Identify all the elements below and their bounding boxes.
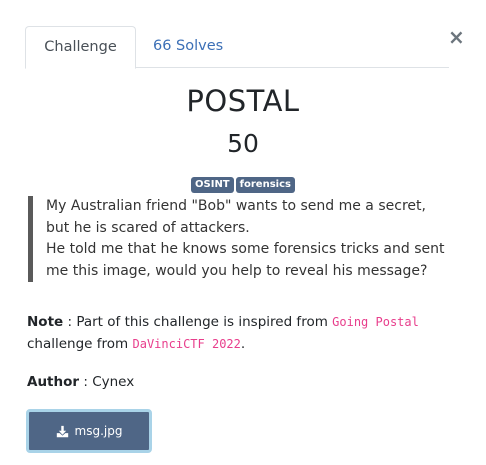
challenge-points: 50 [227, 129, 259, 158]
download-file-label: msg.jpg [74, 424, 123, 438]
author-line: Author : Cynex [27, 374, 134, 390]
description-line: me this image, would you help to reveal … [46, 262, 428, 279]
author-label: Author [27, 374, 80, 390]
note-code-going-postal: Going Postal [332, 315, 419, 329]
challenge-name: POSTAL [186, 84, 300, 118]
challenge-tabs: Challenge 66 Solves [25, 26, 449, 69]
tab-challenge[interactable]: Challenge [25, 26, 136, 69]
close-icon[interactable]: × [448, 26, 465, 48]
note-code-davincictf: DaVinciCTF 2022 [132, 337, 241, 351]
description-line: but he is scared of attackers. [46, 219, 250, 236]
download-file-button[interactable]: msg.jpg [26, 409, 152, 453]
note-separator: : [63, 314, 77, 330]
tab-solves[interactable]: 66 Solves [135, 26, 241, 68]
note-text: Part of this challenge is inspired from [76, 314, 333, 330]
note-paragraph: Note : Part of this challenge is inspire… [27, 311, 467, 355]
note-text: challenge from [27, 336, 133, 352]
note-label: Note [27, 314, 64, 330]
challenge-description: My Australian friend "Bob" wants to send… [28, 196, 468, 282]
description-line: My Australian friend "Bob" wants to send… [46, 198, 426, 214]
tag-osint: OSINT [191, 177, 234, 193]
note-text: . [240, 336, 246, 352]
author-name: Cynex [92, 374, 135, 390]
download-icon [56, 425, 69, 438]
challenge-tags: OSINT forensics [0, 177, 486, 193]
tag-forensics: forensics [235, 177, 295, 193]
author-separator: : [79, 374, 93, 390]
description-line: He told me that he knows some forensics … [46, 241, 445, 257]
